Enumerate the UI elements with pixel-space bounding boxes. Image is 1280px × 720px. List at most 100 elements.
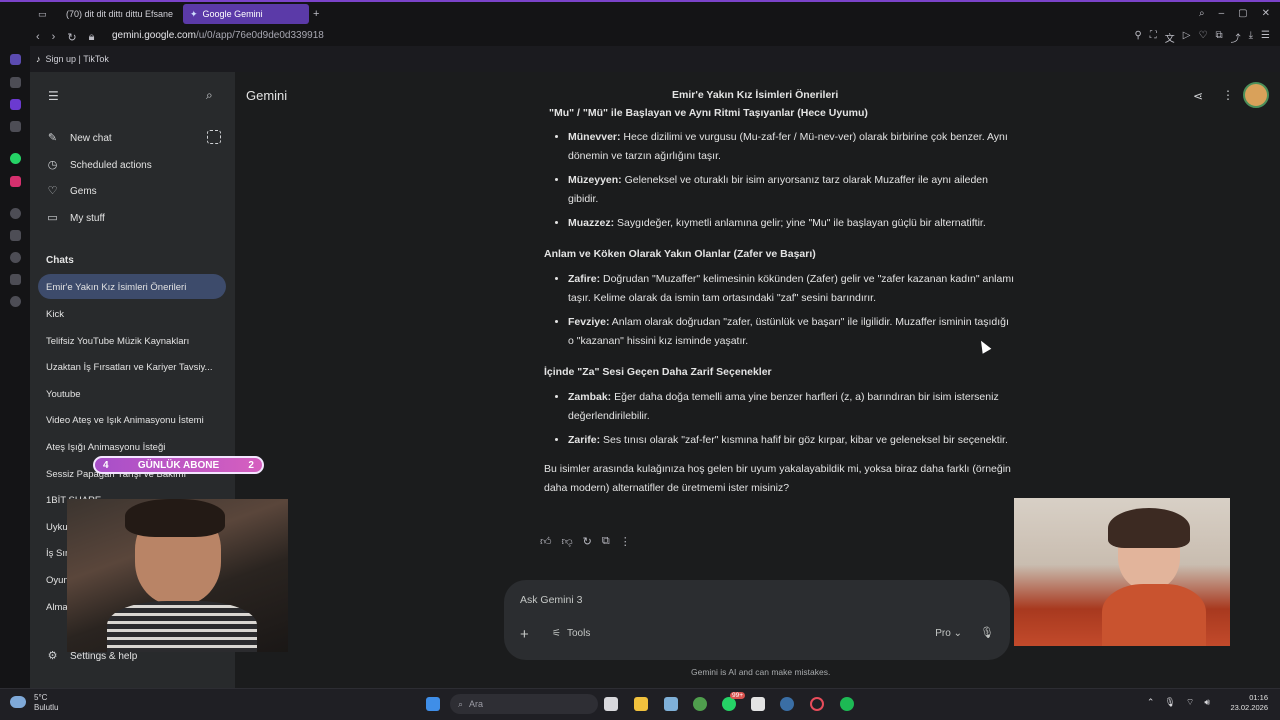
download-icon[interactable]: ⤓ — [1249, 30, 1253, 45]
pin-icon[interactable]: ⚲ — [1134, 30, 1141, 45]
heart-icon[interactable]: ♡ — [1199, 30, 1208, 45]
spotify-icon[interactable] — [840, 697, 854, 711]
snapshot-icon[interactable]: ⛶ — [1150, 30, 1157, 45]
add-file-icon[interactable]: + — [520, 626, 529, 643]
main-menu-icon[interactable]: ☰ — [48, 89, 59, 103]
android-icon[interactable] — [751, 697, 765, 711]
list-item: Zambak: Eğer daha doğa temelli ama yine … — [568, 388, 1014, 426]
more-icon[interactable]: ⋮ — [620, 535, 631, 548]
gem-icon: ♡ — [47, 185, 58, 197]
steam-icon[interactable] — [780, 697, 794, 711]
section-heading: Anlam ve Köken Olarak Yakın Olanlar (Zaf… — [544, 248, 816, 260]
share-conversation-icon[interactable]: ⋖ — [1193, 89, 1203, 103]
share-icon[interactable]: ⤴ — [1231, 30, 1241, 45]
bookmark-tiktok[interactable]: Sign up | TikTok — [46, 54, 109, 64]
chrome-icon[interactable] — [693, 697, 707, 711]
new-tab-button[interactable]: + — [313, 8, 319, 20]
tab-menu-icon[interactable]: ▭ — [38, 9, 47, 20]
minimize-icon[interactable]: – — [1219, 8, 1225, 19]
microphone-icon[interactable]: 🎙︎ — [980, 626, 994, 639]
temporary-chat-icon[interactable] — [207, 130, 221, 144]
model-label: Pro — [935, 628, 951, 639]
chat-item[interactable]: Youtube — [46, 389, 81, 400]
tab-gemini[interactable]: ✦ Google Gemini — [183, 4, 309, 24]
model-selector[interactable]: Pro ⌄ — [935, 628, 962, 639]
thumbs-down-icon[interactable]: 👎︎ — [562, 535, 573, 548]
disclaimer: Gemini is AI and can make mistakes. — [691, 667, 831, 677]
easy-setup-icon[interactable]: ☰ — [1261, 30, 1270, 45]
player-icon[interactable] — [10, 208, 21, 219]
messenger-icon[interactable] — [10, 121, 21, 132]
section-heading: İçinde "Za" Sesi Geçen Daha Zarif Seçene… — [544, 366, 772, 378]
chat-item[interactable]: Uyku — [46, 522, 68, 533]
closing-paragraph: Bu isimler arasında kulağınıza hoş gelen… — [544, 463, 1011, 494]
clock-icon: ◷ — [47, 159, 58, 171]
streamer-hair — [1108, 508, 1190, 548]
play-icon[interactable]: ▷ — [1183, 30, 1191, 45]
whatsapp-sidebar-icon[interactable] — [10, 153, 21, 164]
avatar[interactable] — [1243, 82, 1269, 108]
section-heading: "Mu" / "Mü" ile Başlayan ve Aynı Ritmi T… — [549, 108, 868, 118]
my-stuff-label: My stuff — [70, 213, 105, 224]
task-view-icon[interactable] — [604, 697, 618, 711]
my-stuff-button[interactable]: ▭ My stuff — [46, 212, 105, 225]
pinboard-icon[interactable] — [10, 230, 21, 241]
chat-item[interactable]: Video Ateş ve Işık Animasyonu İstemi — [46, 415, 204, 426]
back-icon[interactable]: ‹ — [36, 31, 40, 44]
chat-item[interactable]: Alma — [46, 602, 68, 613]
chat-item[interactable]: Oyun — [46, 575, 69, 586]
chat-item[interactable]: Telifsiz YouTube Müzik Kaynakları — [46, 336, 189, 347]
app-icon[interactable] — [664, 697, 678, 711]
streamer-hair — [125, 499, 225, 537]
windows-start-icon[interactable] — [426, 697, 440, 711]
more-options-icon[interactable]: ⋮ — [1222, 88, 1234, 102]
edit-icon: ✎ — [47, 132, 58, 144]
extension-icon[interactable] — [10, 99, 21, 110]
microphone-tray-icon[interactable]: 🎙︎ — [1164, 697, 1175, 708]
tab-youtube[interactable]: (70) dit dit dittı dittu Efsane — [54, 4, 178, 24]
extensions-puzzle-icon[interactable]: ⧉ — [1215, 30, 1222, 45]
chat-item[interactable]: İş Sır — [46, 548, 68, 559]
thumbs-up-icon[interactable]: 👍︎ — [540, 535, 552, 548]
extensions-icon[interactable] — [10, 274, 21, 285]
prompt-input[interactable]: Ask Gemini 3 — [520, 594, 582, 606]
volume-icon[interactable]: 🔊︎ — [1204, 697, 1210, 708]
wifi-icon[interactable]: ⌔ — [1186, 697, 1194, 708]
app-title[interactable]: Gemini — [246, 88, 287, 103]
aria-icon[interactable] — [10, 54, 21, 65]
chat-item[interactable]: Kick — [46, 309, 64, 320]
clock[interactable]: 01:16 23.02.2026 — [1230, 693, 1268, 713]
reload-icon[interactable]: ↻ — [67, 31, 76, 44]
search-icon[interactable]: ⌕ — [206, 88, 213, 103]
file-explorer-icon[interactable] — [634, 697, 648, 711]
crypto-wallet-icon[interactable] — [10, 77, 21, 88]
nav-buttons: ‹ › ↻ 🔒︎ — [36, 31, 94, 44]
regenerate-icon[interactable]: ↻ — [583, 535, 592, 548]
chevron-up-icon[interactable]: ⌃ — [1147, 697, 1155, 708]
maximize-icon[interactable]: ▢ — [1238, 8, 1247, 19]
opera-icon[interactable] — [810, 697, 824, 711]
taskbar-search[interactable]: ⌕ Ara — [450, 694, 598, 714]
name-label: Münevver: — [568, 131, 621, 143]
close-icon[interactable]: ✕ — [1262, 8, 1270, 19]
cloud-icon — [10, 696, 26, 708]
new-chat-button[interactable]: ✎ New chat — [46, 132, 112, 145]
settings-gear-icon[interactable] — [10, 296, 21, 307]
tools-button[interactable]: ⚟ Tools — [552, 628, 590, 639]
weather-condition: Bulutlu — [34, 703, 59, 712]
gems-button[interactable]: ♡ Gems — [46, 185, 97, 198]
instagram-icon[interactable] — [10, 176, 21, 187]
chat-item[interactable]: Uzaktan İş Fırsatları ve Kariyer Tavsiy.… — [46, 362, 212, 373]
translate-icon[interactable]: 文 — [1165, 30, 1175, 45]
url-field[interactable]: gemini.google.com/u/0/app/76e0d9de0d3399… — [112, 30, 324, 41]
forward-icon[interactable]: › — [52, 31, 56, 44]
history-icon[interactable] — [10, 252, 21, 263]
chat-item[interactable]: Ateş Işığı Animasyonu İsteği — [46, 442, 165, 453]
settings-label: Settings & help — [70, 651, 138, 662]
whatsapp-icon[interactable] — [722, 697, 736, 711]
search-tabs-icon[interactable]: ⌕ — [1199, 8, 1205, 19]
list-item: Münevver: Hece dizilimi ve vurgusu (Mu-z… — [568, 128, 1014, 166]
copy-icon[interactable]: ⧉ — [602, 535, 610, 548]
chat-item[interactable]: Emir'e Yakın Kız İsimleri Önerileri — [46, 282, 186, 293]
scheduled-actions-button[interactable]: ◷ Scheduled actions — [46, 159, 152, 172]
